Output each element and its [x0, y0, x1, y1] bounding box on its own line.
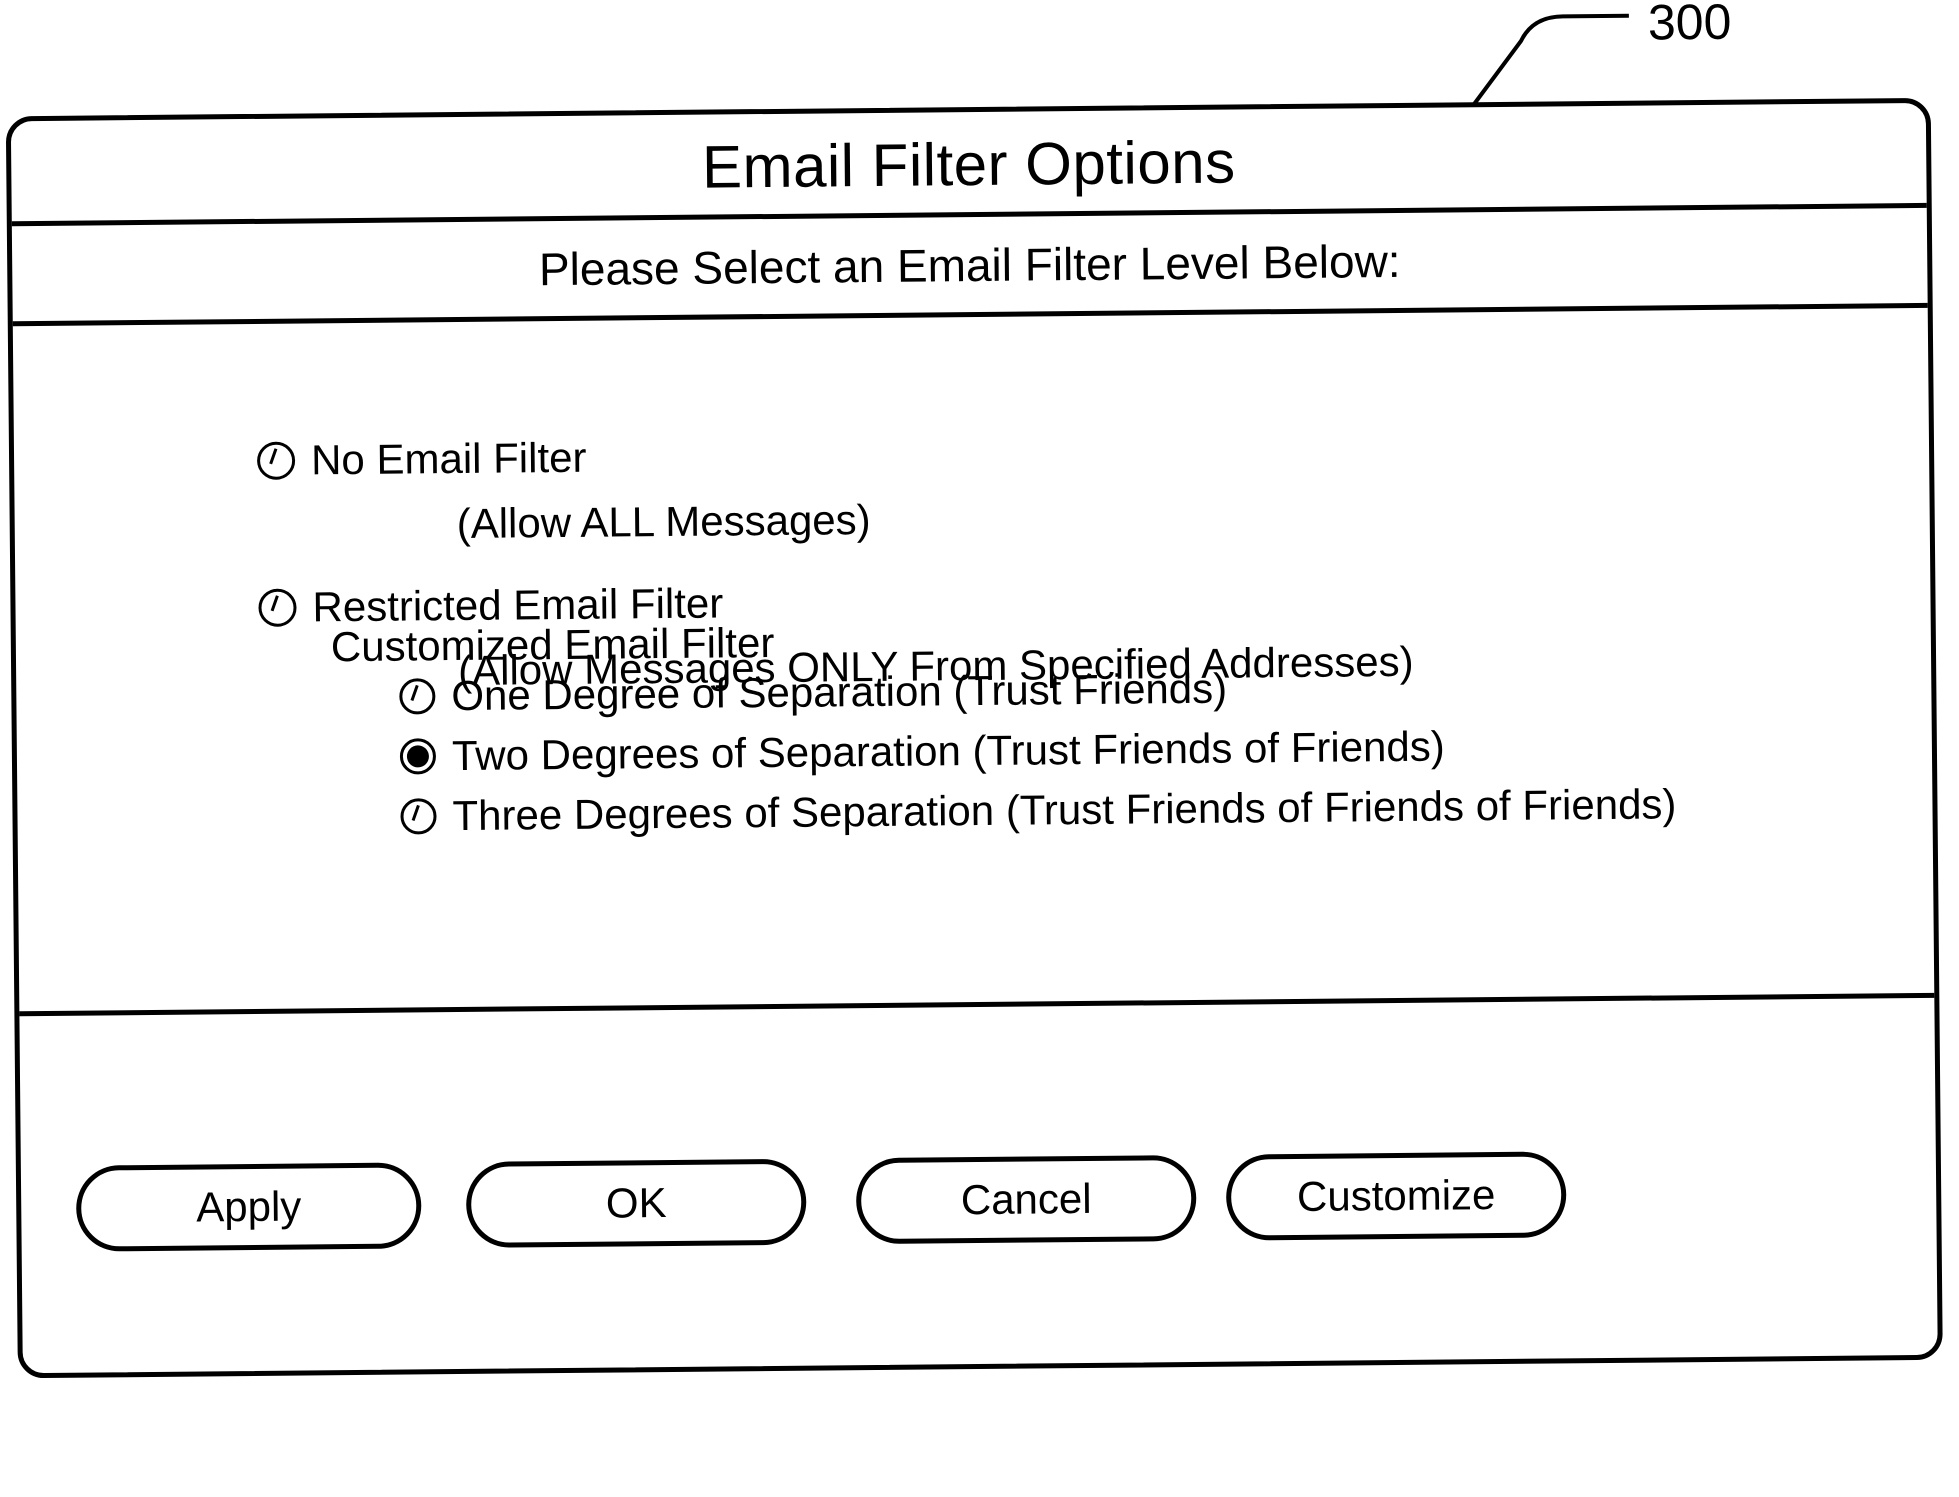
radio-three-degrees-of-separation[interactable]: [400, 798, 437, 835]
option-label-one-degree-of-separation: One Degree of Separation (Trust Friends): [451, 664, 1228, 720]
instruction-text: Please Select an Email Filter Level Belo…: [538, 234, 1401, 296]
option-one-degree-of-separation[interactable]: One Degree of Separation (Trust Friends): [399, 665, 1227, 721]
dialog-title: Email Filter Options: [701, 128, 1236, 201]
customized-email-filter-heading: Customized Email Filter: [330, 618, 775, 671]
radio-restricted-email-filter[interactable]: [258, 588, 297, 627]
option-label-no-email-filter: No Email Filter: [310, 433, 587, 484]
radio-no-email-filter[interactable]: [256, 441, 296, 480]
option-label-three-degrees-of-separation: Three Degrees of Separation (Trust Frien…: [452, 780, 1677, 840]
option-no-email-filter[interactable]: No Email Filter: [256, 433, 587, 485]
radio-one-degree-of-separation[interactable]: [399, 678, 436, 715]
filter-options-group: No Email Filter (Allow ALL Messages) Res…: [13, 308, 1934, 1011]
option-three-degrees-of-separation[interactable]: Three Degrees of Separation (Trust Frien…: [400, 780, 1677, 840]
cancel-button[interactable]: Cancel: [855, 1154, 1197, 1245]
apply-button[interactable]: Apply: [75, 1162, 422, 1252]
reference-numeral-300: 300: [1647, 0, 1732, 51]
ok-button[interactable]: OK: [465, 1158, 807, 1248]
radio-two-degrees-of-separation[interactable]: [399, 738, 437, 775]
email-filter-options-dialog: Email Filter Options Please Select an Em…: [5, 97, 1943, 1379]
title-divider: [11, 202, 1927, 227]
patent-figure: 300 302 304 306 308 310 312 Email Filter…: [0, 0, 1959, 1497]
option-two-degrees-of-separation[interactable]: Two Degrees of Separation (Trust Friends…: [399, 722, 1445, 781]
customize-button[interactable]: Customize: [1225, 1151, 1567, 1241]
option-sub-no-email-filter: (Allow ALL Messages): [456, 496, 871, 548]
dialog-button-bar: Apply OK Cancel Customize: [19, 998, 1937, 1376]
option-label-two-degrees-of-separation: Two Degrees of Separation (Trust Friends…: [451, 722, 1445, 780]
